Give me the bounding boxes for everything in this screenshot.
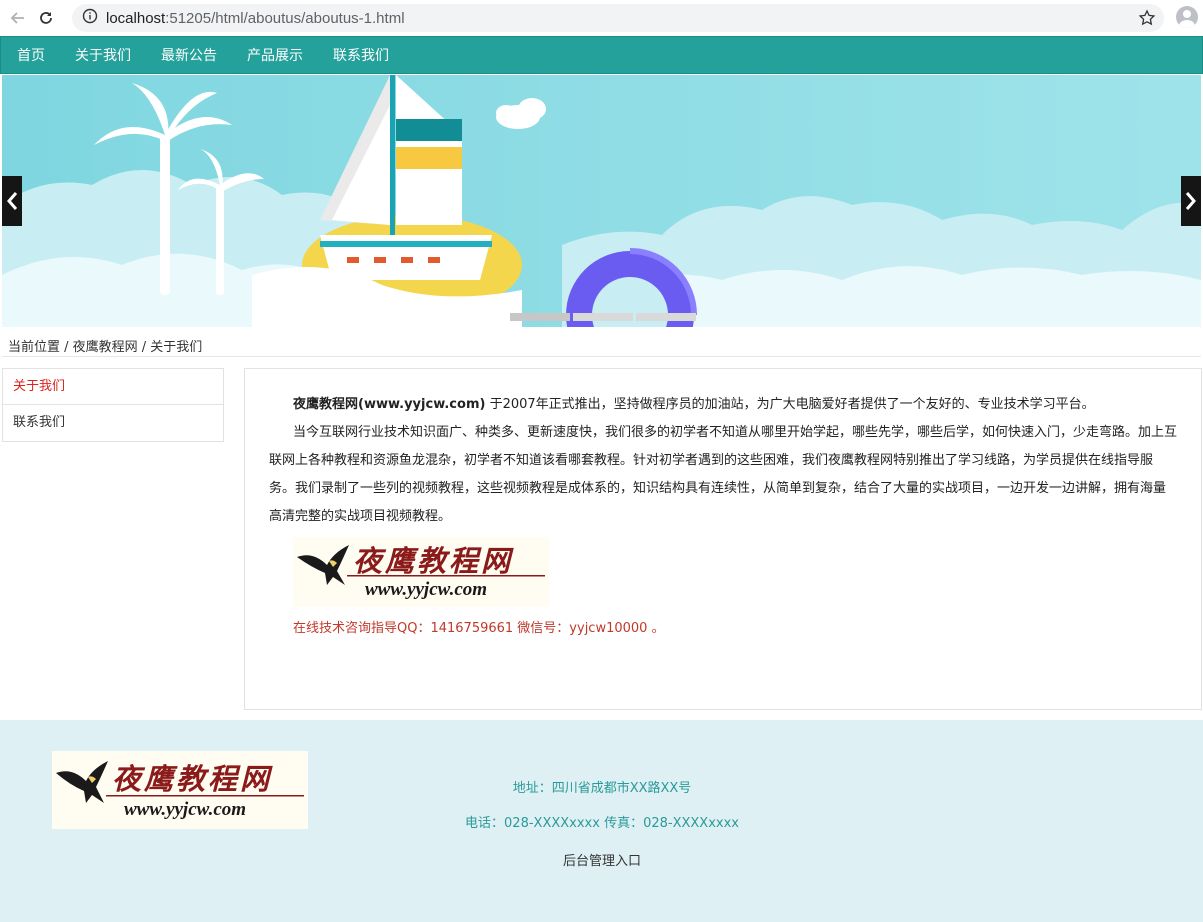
- footer-logo-title: 夜鹰教程网: [112, 762, 273, 796]
- nav-item-news[interactable]: 最新公告: [161, 45, 217, 65]
- carousel-next-button[interactable]: [1181, 176, 1201, 226]
- contact-info: 在线技术咨询指导QQ：1416759661 微信号：yyjcw10000 。: [293, 621, 665, 636]
- sidebar-item-contact[interactable]: 联系我们: [3, 405, 223, 441]
- carousel-indicators: [510, 313, 696, 321]
- address-bar[interactable]: localhost:51205/html/aboutus/aboutus-1.h…: [72, 4, 1164, 32]
- site-logo-image: 夜鹰教程网 www.yyjcw.com: [293, 537, 549, 607]
- sidebar-menu: 关于我们 联系我们: [2, 368, 224, 442]
- footer-logo-url: www.yyjcw.com: [124, 799, 246, 820]
- detail-paragraph: 当今互联网行业技术知识面广、种类多、更新速度快，我们很多的初学者不知道从哪里开始…: [269, 425, 1178, 524]
- logo-url: www.yyjcw.com: [365, 579, 487, 600]
- carousel-indicator[interactable]: [510, 313, 570, 321]
- nav-item-products[interactable]: 产品展示: [247, 45, 303, 65]
- sidebar-item-about[interactable]: 关于我们: [3, 369, 223, 405]
- chevron-right-icon: [1185, 192, 1196, 210]
- breadcrumb-divider: [2, 356, 1201, 357]
- url-text: localhost:51205/html/aboutus/aboutus-1.h…: [106, 9, 405, 27]
- brand-name: 夜鹰教程网(www.yyjcw.com): [293, 397, 486, 412]
- browser-toolbar: localhost:51205/html/aboutus/aboutus-1.h…: [0, 0, 1203, 36]
- carousel-prev-button[interactable]: [2, 176, 22, 226]
- nav-item-about[interactable]: 关于我们: [75, 45, 131, 65]
- footer-address: 地址：四川省成都市XX路XX号: [512, 781, 692, 796]
- banner-carousel[interactable]: [2, 75, 1201, 327]
- intro-text: 于2007年正式推出，坚持做程序员的加油站，为广大电脑爱好者提供了一个友好的、专…: [485, 397, 1095, 412]
- breadcrumb: 当前位置 / 夜鹰教程网 / 关于我们: [8, 340, 203, 355]
- carousel-indicator[interactable]: [636, 313, 696, 321]
- profile-avatar-icon[interactable]: [1176, 6, 1198, 28]
- footer-info: 地址：四川省成都市XX路XX号 电话：028-XXXXxxxx 传真：028-X…: [402, 780, 802, 869]
- main-content: 夜鹰教程网(www.yyjcw.com) 于2007年正式推出，坚持做程序员的加…: [244, 368, 1202, 710]
- reload-icon[interactable]: [34, 6, 58, 30]
- banner-illustration: [2, 75, 1201, 327]
- footer-phone: 电话：028-XXXXxxxx 传真：028-XXXXxxxx: [465, 816, 739, 831]
- footer: 夜鹰教程网 www.yyjcw.com 地址：四川省成都市XX路XX号 电话：0…: [0, 720, 1203, 922]
- main-nav: 首页 关于我们 最新公告 产品展示 联系我们: [0, 36, 1203, 74]
- intro-paragraph: 夜鹰教程网(www.yyjcw.com) 于2007年正式推出，坚持做程序员的加…: [269, 391, 1177, 419]
- back-arrow-icon[interactable]: [6, 6, 30, 30]
- logo-title: 夜鹰教程网: [353, 544, 514, 578]
- chevron-left-icon: [7, 192, 18, 210]
- admin-link[interactable]: 后台管理入口: [402, 850, 802, 869]
- carousel-indicator[interactable]: [573, 313, 633, 321]
- footer-logo-image: 夜鹰教程网 www.yyjcw.com: [52, 751, 308, 829]
- info-icon[interactable]: [82, 8, 98, 28]
- nav-item-contact[interactable]: 联系我们: [333, 45, 389, 65]
- nav-item-home[interactable]: 首页: [17, 45, 45, 65]
- bookmark-star-icon[interactable]: [1138, 9, 1156, 31]
